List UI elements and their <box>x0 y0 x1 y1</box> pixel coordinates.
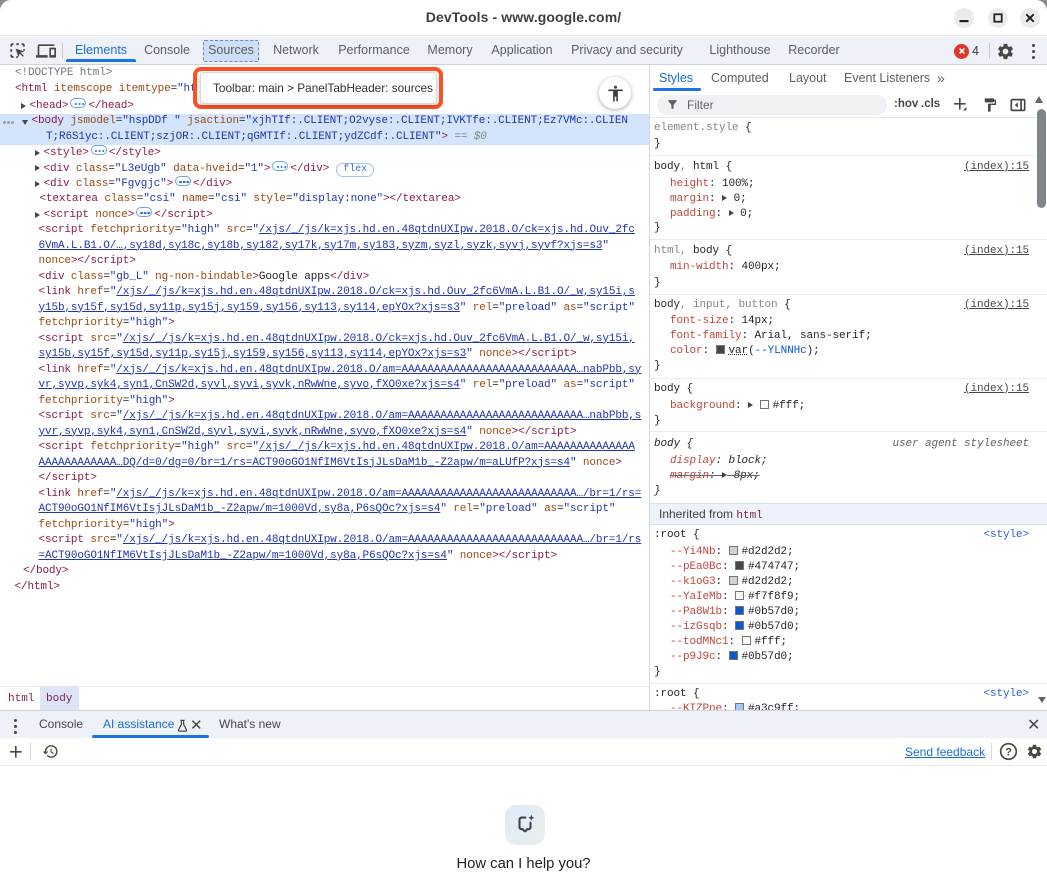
svg-text:?: ? <box>1005 746 1012 758</box>
